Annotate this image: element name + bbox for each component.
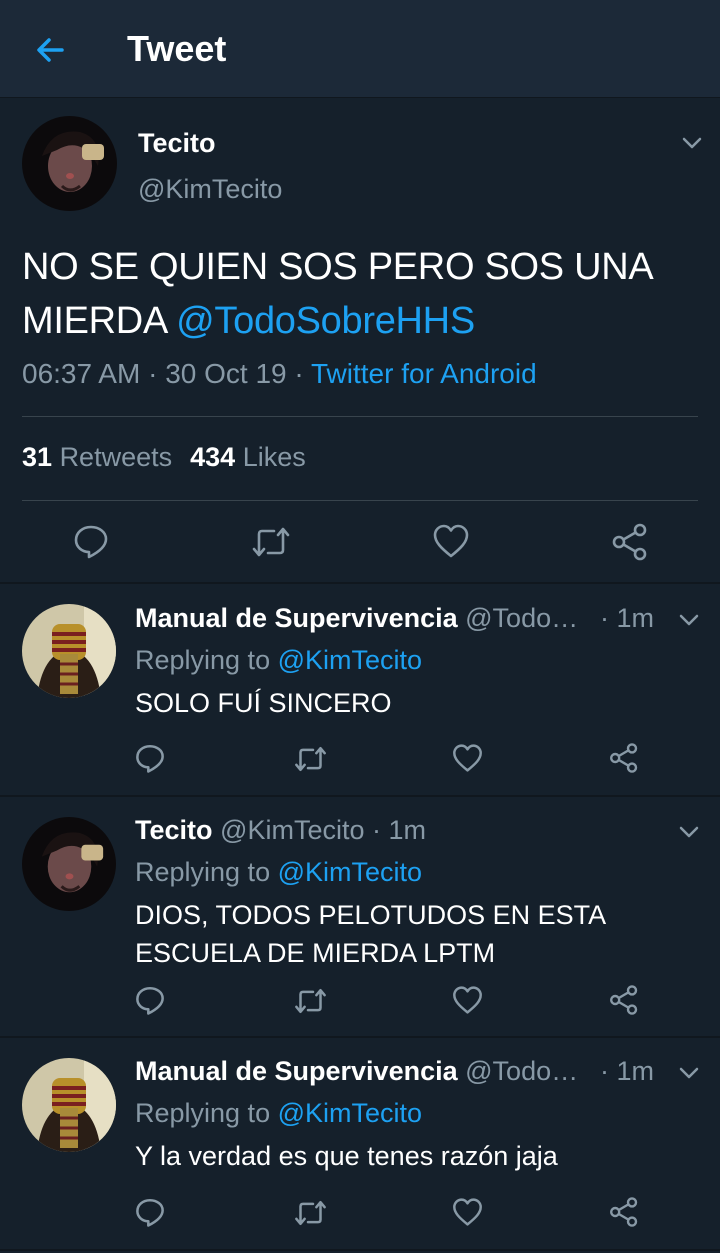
- meta-separator: ·: [140, 358, 166, 389]
- retweets-stat[interactable]: 31 Retweets: [22, 442, 172, 472]
- meta-separator: ·: [286, 358, 311, 389]
- divider: [0, 582, 720, 584]
- replying-to: Replying to @KimTecito: [135, 1098, 423, 1128]
- retweet-icon[interactable]: [250, 524, 292, 560]
- page-title: Tweet: [127, 28, 227, 69]
- chevron-down-icon[interactable]: [679, 130, 705, 156]
- chevron-down-icon[interactable]: [676, 1060, 702, 1086]
- reply-author-name[interactable]: Manual de Supervivencia: [135, 603, 458, 633]
- author-name[interactable]: Tecito: [138, 128, 216, 159]
- avatar[interactable]: [22, 817, 116, 911]
- share-icon[interactable]: [608, 1196, 640, 1228]
- reply-author-name[interactable]: Tecito: [135, 815, 213, 845]
- replying-to: Replying to @KimTecito: [135, 857, 423, 887]
- like-icon[interactable]: [451, 742, 484, 774]
- avatar[interactable]: [22, 1058, 116, 1152]
- chevron-down-icon[interactable]: [676, 607, 702, 633]
- reply-author-handle[interactable]: @Todo…: [465, 1056, 578, 1086]
- replying-to-link[interactable]: @KimTecito: [278, 857, 422, 887]
- reply-text: DIOS, TODOS PELOTUDOS EN ESTA ESCUELA DE…: [135, 900, 605, 968]
- reply-author-name[interactable]: Manual de Supervivencia: [135, 1056, 458, 1086]
- share-icon[interactable]: [608, 984, 640, 1016]
- reply-author[interactable]: Manual de Supervivencia @Todo…: [135, 1056, 578, 1087]
- tweet-time: 06:37 AM: [22, 358, 141, 389]
- retweet-icon[interactable]: [293, 1198, 328, 1228]
- chevron-down-icon[interactable]: [676, 819, 702, 845]
- like-icon[interactable]: [431, 522, 471, 560]
- reply-author-handle[interactable]: @KimTecito: [220, 815, 364, 845]
- tweet-stats: 31 Retweets 434 Likes: [22, 442, 306, 473]
- divider: [22, 500, 698, 501]
- divider: [0, 795, 720, 797]
- tweet-meta: 06:37 AM · 30 Oct 19 · Twitter for Andro…: [22, 358, 537, 390]
- reply-text: Y la verdad es que tenes razón jaja: [135, 1141, 558, 1171]
- reply-icon[interactable]: [134, 984, 166, 1016]
- divider: [0, 1036, 720, 1038]
- divider: [22, 416, 698, 417]
- share-icon[interactable]: [608, 742, 640, 774]
- replying-to-link[interactable]: @KimTecito: [278, 1098, 422, 1128]
- likes-stat[interactable]: 434 Likes: [190, 442, 306, 472]
- reply-icon[interactable]: [134, 742, 166, 774]
- like-icon[interactable]: [451, 984, 484, 1016]
- reply-author[interactable]: Manual de Supervivencia @Todo…: [135, 603, 578, 634]
- share-icon[interactable]: [610, 522, 650, 562]
- top-bar: Tweet: [0, 0, 720, 98]
- divider: [0, 1249, 720, 1251]
- reply-author-handle[interactable]: @Todo…: [465, 603, 578, 633]
- tweet-source-link[interactable]: Twitter for Android: [311, 358, 537, 389]
- retweet-icon[interactable]: [293, 744, 328, 774]
- avatar[interactable]: [22, 116, 117, 211]
- reply-icon[interactable]: [72, 522, 110, 560]
- reply-text: SOLO FUÍ SINCERO: [135, 688, 392, 718]
- tweet-text: NO SE QUIEN SOS PERO SOS UNA MIERDA @Tod…: [22, 240, 702, 348]
- reply-author[interactable]: Tecito @KimTecito · 1m: [135, 815, 426, 846]
- like-icon[interactable]: [451, 1196, 484, 1228]
- reply-timestamp: · 1m: [600, 603, 654, 633]
- replying-to: Replying to @KimTecito: [135, 645, 423, 675]
- reply-icon[interactable]: [134, 1196, 166, 1228]
- retweet-icon[interactable]: [293, 986, 328, 1016]
- replying-to-link[interactable]: @KimTecito: [278, 645, 422, 675]
- reply-timestamp: · 1m: [600, 1056, 654, 1086]
- avatar[interactable]: [22, 604, 116, 698]
- reply-timestamp: · 1m: [372, 815, 426, 845]
- author-handle[interactable]: @KimTecito: [138, 174, 282, 205]
- mention-link[interactable]: @TodoSobreHHS: [176, 300, 475, 342]
- back-arrow-icon[interactable]: [30, 30, 70, 70]
- tweet-date: 30 Oct 19: [165, 358, 287, 389]
